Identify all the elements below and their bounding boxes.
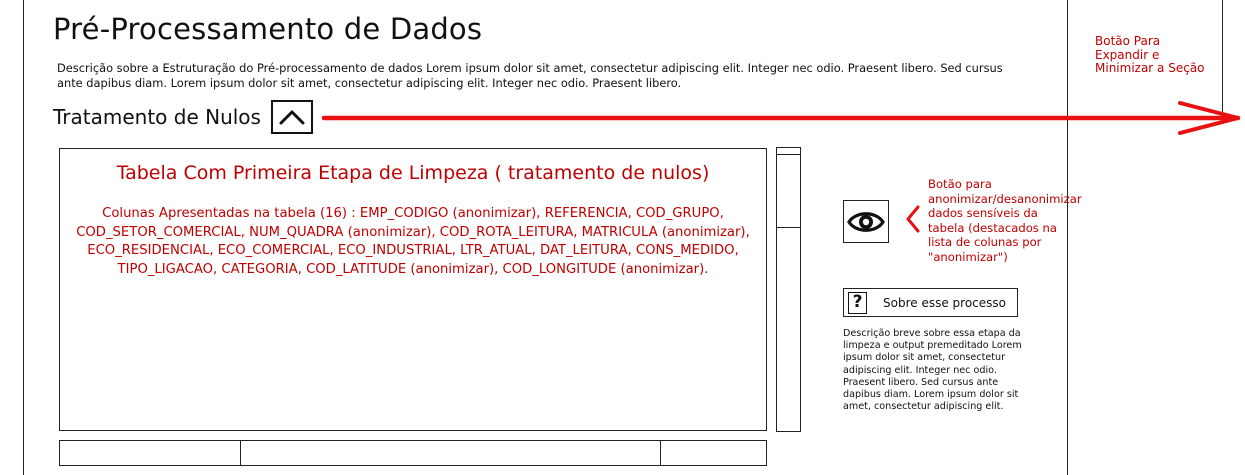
data-table[interactable]: [59, 148, 767, 431]
anonymize-toggle-button[interactable]: [843, 200, 889, 243]
anonymize-annotation: Botão para anonimizar/desanonimizar dado…: [928, 177, 1082, 264]
about-process-text: Descrição breve sobre essa etapa da limp…: [843, 328, 1022, 413]
page-description: Descrição sobre a Estruturação do Pré-pr…: [57, 61, 1003, 90]
chevron-up-icon: [279, 110, 305, 125]
question-icon: ?: [848, 291, 867, 314]
collapse-section-button[interactable]: [271, 100, 313, 134]
table-title: Tabela Com Primeira Etapa de Limpeza ( t…: [116, 162, 710, 184]
about-process-button[interactable]: ? Sobre esse processo: [843, 288, 1018, 317]
about-process-label: Sobre esse processo: [883, 295, 1006, 310]
chevron-left-icon: [906, 205, 920, 233]
page-title: Pré-Processamento de Dados: [53, 12, 483, 46]
section-title: Tratamento de Nulos: [53, 105, 261, 129]
horizontal-scrollbar-thumb[interactable]: [240, 440, 661, 466]
vertical-scrollbar-thumb[interactable]: [776, 154, 801, 228]
expand-collapse-annotation: Botão Para Expandir e Minimizar a Seção: [1095, 34, 1205, 75]
table-columns-description: Colunas Apresentadas na tabela (16) : EM…: [76, 206, 750, 277]
margin-border: [1222, 0, 1223, 120]
eye-icon: [847, 211, 885, 232]
page-left-border: [23, 0, 24, 475]
